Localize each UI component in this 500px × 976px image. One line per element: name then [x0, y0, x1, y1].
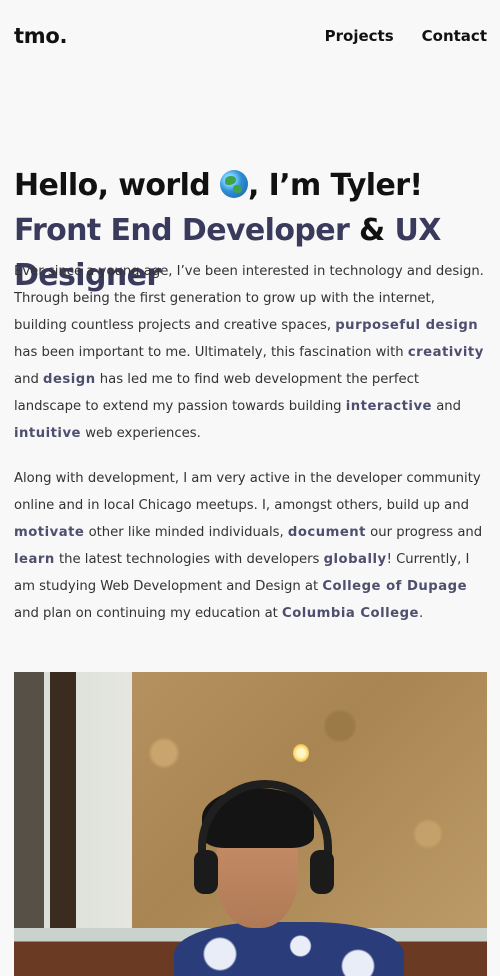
right-earcup: [310, 850, 334, 894]
about-paragraph-2: Along with development, I am very active…: [14, 471, 483, 621]
emphasis-text: intuitive: [14, 426, 81, 441]
hero-role-part1: Front End Developer: [14, 213, 350, 249]
profile-photo: [14, 672, 487, 976]
warm-light-icon: [293, 744, 309, 762]
about-section: Ever since a young age, I’ve been intere…: [14, 258, 488, 645]
left-earcup: [194, 850, 218, 894]
emphasis-text: purposeful design: [335, 318, 479, 333]
emphasis-text: interactive: [345, 399, 432, 414]
person-shirt: [174, 922, 404, 976]
nav-link-projects[interactable]: Projects: [325, 27, 394, 45]
emphasis-text: motivate: [14, 525, 85, 540]
emphasis-text: document: [287, 525, 366, 540]
logo-link[interactable]: tmo.: [14, 24, 67, 48]
emphasis-text: design: [43, 372, 96, 387]
hero-greeting-part2: , I’m Tyler!: [248, 168, 423, 204]
emphasis-text: creativity: [407, 345, 484, 360]
globe-icon: [220, 170, 249, 199]
hero-greeting-part1: Hello, world: [14, 168, 211, 204]
main-nav: Projects Contact: [325, 27, 487, 45]
emphasis-text: learn: [14, 552, 55, 567]
hero-ampersand: &: [359, 213, 385, 249]
nav-link-contact[interactable]: Contact: [422, 27, 487, 45]
about-paragraph-1: Ever since a young age, I’ve been intere…: [14, 264, 484, 441]
emphasis-text: College of Dupage: [322, 579, 468, 594]
emphasis-text: globally: [323, 552, 387, 567]
top-navigation: tmo. Projects Contact: [0, 0, 500, 72]
emphasis-text: Columbia College: [282, 606, 419, 621]
